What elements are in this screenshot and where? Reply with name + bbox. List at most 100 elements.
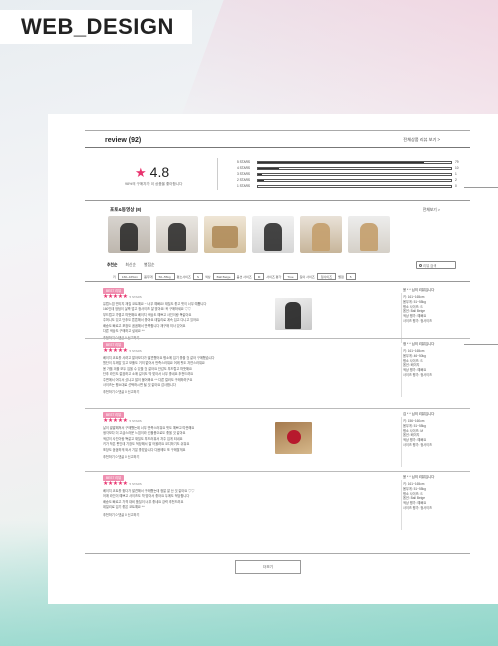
photo-thumbnail[interactable] — [108, 216, 150, 253]
review-text-line: 포장도 꼼꼼하게 와서 기분 좋았습니다 다음에도 또 구매할게요 — [103, 447, 186, 452]
review-item: BEST 리뷰 ★★★★★ 5 STARS 날이 쌀쌀해져서 구매했는데 너무 만족스… — [85, 412, 470, 475]
review-text-line: 날이 쌀쌀해져서 구매했는데 너무 만족스러워요 핏도 예쁘고 따뜻해요 — [103, 426, 195, 430]
review-item: BEST 리뷰 ★★★★★ 5 STARS 베이지 코트를 사려고 알아보다가 발견했… — [85, 342, 470, 412]
rating-bar-track — [257, 172, 452, 176]
photo-section-title: 포토&동영상 (8) — [110, 207, 142, 212]
review-text-line: 유럽느낌 빈티지 재질 코트예요 ~ 너무 예뻐요! 재질도 좋고 핏이 너무 … — [103, 302, 207, 306]
review-text-line: 단추 라인도 깔끔하고 소매 길이도 딱 맞아서 너무 좋네요 추천드려요 — [103, 372, 194, 377]
rating-bar-label: 1 STARS — [237, 183, 251, 188]
filter-select[interactable]: True — [283, 273, 298, 281]
tab-latest[interactable]: 최신순 — [125, 263, 135, 268]
reviewer-attribute: 사이즈 평가: 정사이즈 — [403, 319, 433, 324]
review-text: 날이 쌀쌀해져서 구매했는데 너무 만족스러워요 핏도 예쁘고 따뜻해요 생각보다… — [103, 426, 273, 453]
filter-select[interactable]: 정사이즈 — [316, 273, 337, 281]
review-text: 유럽느낌 빈티지 재질 코트예요 ~ 너무 예뻐요! 재질도 좋고 핏이 너무 … — [103, 302, 273, 334]
photo-thumbnail[interactable] — [348, 216, 390, 253]
score-value: 4.8 — [149, 164, 170, 180]
review-header: review (92) 전체상품 리뷰 보기 > — [85, 130, 470, 160]
photo-view-all-link[interactable]: 전체보기 > — [423, 208, 440, 213]
review-text-line: 베이지 코트를 사려고 알아보다가 발견했어요 평소에 입기 좋을 것 같아 구… — [103, 356, 215, 360]
rating-bar-track — [257, 184, 452, 188]
review-actions[interactable]: 추천하기 0 댓글 0 신고하기 — [103, 390, 139, 394]
review-rating-label: 5 STARS — [129, 295, 142, 299]
review-text-line: 베이지 코트를 찾다가 발견해서 구매했는데 정말 잘 산 것 같아요 ♡♡ — [103, 489, 195, 493]
rating-bar-label: 5 STARS — [237, 159, 251, 164]
filter-label: 길이 사이즈 — [299, 274, 315, 279]
filter-select[interactable]: M — [253, 273, 265, 281]
review-actions[interactable]: 추천하기 0 댓글 0 신고하기 — [103, 513, 139, 517]
best-review-badge: BEST 리뷰 — [103, 342, 125, 348]
review-divider — [85, 338, 470, 339]
summary-divider — [217, 158, 218, 190]
filter-select[interactable]: 5 — [345, 273, 356, 281]
filter-label: 평소사이즈 — [176, 274, 191, 279]
reviewer-attribute: 사이즈 평가: 정사이즈 — [403, 443, 433, 448]
review-text-line: 160인데 엉덩이 살짝 덮고 정사이즈 잘 맞아요! 꼭 구매하세요 ♡♡ — [103, 307, 191, 312]
review-stars: ★★★★★ 5 STARS — [103, 481, 142, 487]
review-text-line: 배송도 빠르고 포장도 꼼꼼해서 만족합니다 재구매 의사 있어요 — [103, 323, 186, 328]
profile-divider — [401, 347, 402, 397]
profile-divider — [401, 480, 402, 530]
filter-label: 키 — [113, 274, 116, 279]
photo-thumbnail[interactable] — [204, 216, 246, 253]
all-reviews-link[interactable]: 전체상품 리뷰 보기 > — [403, 137, 440, 143]
review-count-title: review (92) — [105, 137, 142, 144]
filter-select[interactable]: 50~55kg — [154, 273, 175, 281]
section-divider — [85, 281, 470, 282]
filter-select[interactable]: 160~165cm — [117, 273, 143, 281]
tab-recommended[interactable]: 추천순 — [107, 263, 117, 268]
reviewer-attribute: 사이즈 평가: 정사이즈 — [403, 373, 433, 378]
review-photo[interactable] — [275, 422, 312, 454]
review-photo[interactable] — [275, 298, 312, 330]
reviewer-name: 김 * * 님의 리뷰입니다 — [403, 412, 435, 416]
reviewer-profile: 윤 * * 님의 리뷰입니다 키: 161~165cm 몸무게: 51~55kg 평소… — [401, 475, 468, 530]
filter-label: 사이즈 평가 — [266, 274, 282, 279]
profile-divider — [401, 417, 402, 467]
review-rating-label: 5 STARS — [129, 349, 142, 353]
filter-select[interactable]: S — [192, 273, 203, 281]
score-caption: 98%의 구매자가 이 상품을 좋아합니다 — [125, 182, 183, 186]
filter-label: 별점 — [338, 274, 344, 279]
photo-thumbnail[interactable] — [156, 216, 198, 253]
photo-thumbnail[interactable] — [300, 216, 342, 253]
sort-tabs: 추천순 최신순 별점순 — [107, 263, 154, 268]
list-bottom-divider — [85, 553, 470, 554]
section-divider — [85, 200, 470, 201]
review-rating-label: 5 STARS — [129, 419, 142, 423]
review-text-line: 부드럽고 가볍고 따뜻해요 베이지 색상도 예쁘고 사진이랑 똑같아요 — [103, 312, 192, 317]
header-divider — [85, 147, 470, 148]
reviewer-attribute: 사이즈 평가: 정사이즈 — [403, 506, 433, 511]
photo-strip — [108, 216, 390, 253]
rating-bar-row: 1 STARS 0 — [237, 183, 462, 189]
filter-label: 몸무게 — [144, 274, 153, 279]
profile-divider — [401, 293, 402, 343]
review-text-line: 다른 색상도 구매하고 싶네요 ^^ — [103, 329, 145, 334]
reviewer-profile: 정 * * 님의 리뷰입니다 키: 161~165cm 몸무게: 46~50kg 평소… — [401, 342, 468, 397]
review-item: BEST 리뷰 ★★★★★ 5 STARS 유럽느낌 빈티지 재질 코트예요 ~ 너무… — [85, 288, 470, 343]
rating-bar-fill — [258, 179, 264, 181]
review-text-line: 키가 작은 편인데 기장도 적당해서 잘 어울려요 코디하기도 쉬워요 — [103, 442, 190, 447]
review-actions[interactable]: 추천하기 0 댓글 0 신고하기 — [103, 455, 139, 459]
review-text-line: 색감이 사진이랑 똑같고 재질도 부드러워서 자주 입게 되네요 — [103, 436, 183, 441]
review-search-input[interactable]: 리뷰 검색 — [416, 261, 456, 269]
photo-thumbnail[interactable] — [252, 216, 294, 253]
best-review-badge: BEST 리뷰 — [103, 288, 125, 294]
tab-rating[interactable]: 별점순 — [144, 263, 154, 268]
review-text-line: 주머니도 있고 단추도 튼튼해서 좋아요 데일리로 계속 입고 다니고 있어요 — [103, 318, 199, 323]
review-text-line: 사이즈는 평소대로 선택하시면 될 것 같아요 감사합니다 — [103, 383, 176, 388]
rating-distribution: 5 STARS 79 4 STARS 10 3 STARS 1 2 STARS 2 1 STAR… — [237, 159, 462, 189]
rating-bar-count: 0 — [455, 183, 457, 188]
average-score: ★ 4.8 — [135, 163, 169, 182]
filter-bar: 키 160~165cm 몸무게 50~55kg 평소사이즈 S 색상 Ball Beige 옵션… — [113, 273, 356, 281]
rating-bar-count: 1 — [455, 171, 457, 176]
filter-select[interactable]: Ball Beige — [212, 273, 235, 281]
reviewer-name: 정 * * 님의 리뷰입니다 — [403, 342, 435, 346]
review-text: 베이지 코트를 사려고 알아보다가 발견했어요 평소에 입기 좋을 것 같아 구… — [103, 356, 273, 388]
reviewer-name: 윤 * * 님의 리뷰입니다 — [403, 475, 435, 479]
review-text-line: 원단이 두께감 있고 보풀도 거의 없어서 만족스러워요 어깨 핏도 자연스러워… — [103, 361, 205, 366]
filter-label: 옵션 사이즈 — [236, 274, 252, 279]
search-icon — [418, 263, 422, 267]
load-more-button[interactable]: 더보기 — [235, 560, 301, 574]
review-stars: ★★★★★ 5 STARS — [103, 418, 142, 424]
review-divider — [85, 408, 470, 409]
